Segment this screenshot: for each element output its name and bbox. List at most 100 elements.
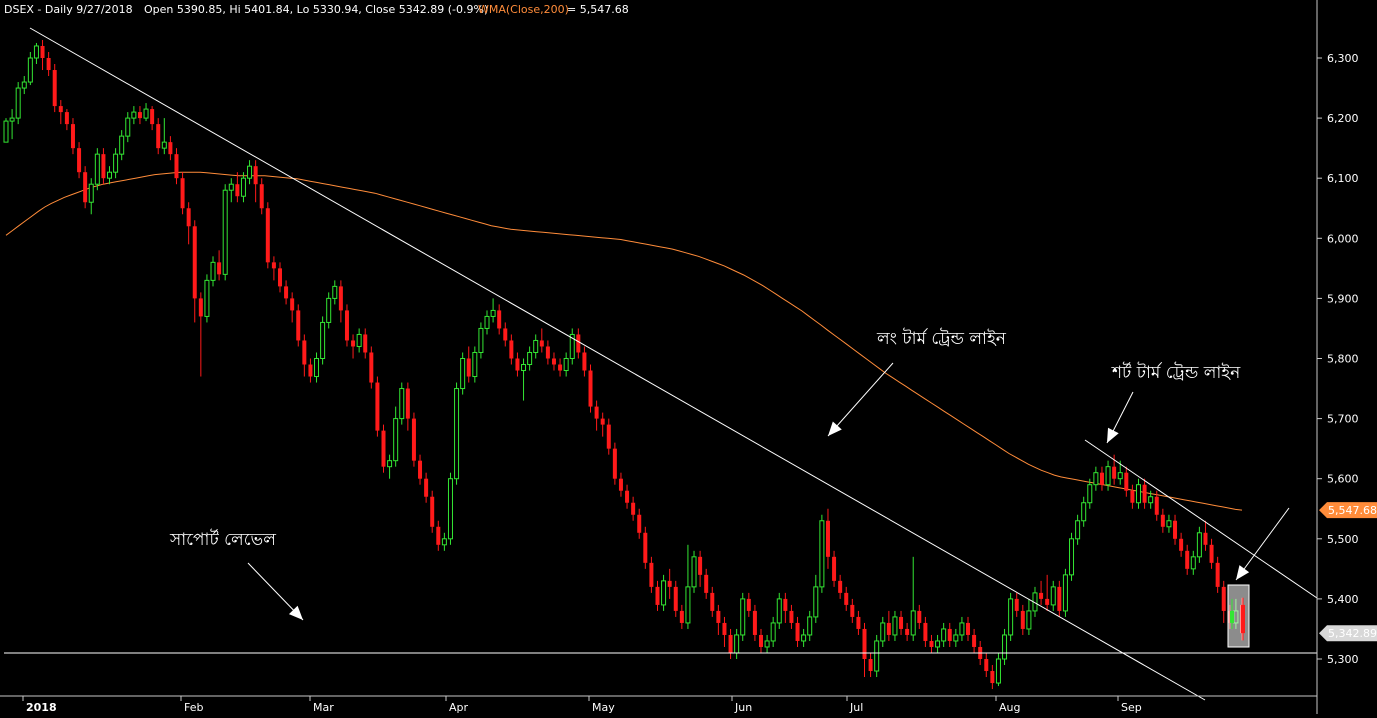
arrow-last-candles xyxy=(1235,507,1290,581)
candle-body xyxy=(460,358,466,390)
candle-down xyxy=(40,39,45,71)
candle-down xyxy=(667,568,672,599)
candle-down xyxy=(704,568,709,599)
candle-body xyxy=(935,640,941,648)
candle-body xyxy=(710,592,715,611)
header-ohlc: Open 5390.85, Hi 5401.84, Lo 5330.94, Cl… xyxy=(144,3,488,16)
candle-down xyxy=(1014,592,1019,617)
candle-down xyxy=(253,160,258,203)
candle-down xyxy=(966,616,971,641)
candle-body xyxy=(308,364,313,377)
candle-up xyxy=(801,628,807,647)
candle-body xyxy=(40,45,45,58)
candle-body xyxy=(1117,472,1123,480)
candle-body xyxy=(1203,532,1208,545)
candle-down xyxy=(758,628,763,653)
candle-down xyxy=(150,106,155,131)
candle-down xyxy=(947,622,952,647)
candle-body xyxy=(46,58,51,71)
candle-body xyxy=(698,556,703,575)
candle-body xyxy=(472,351,478,378)
candle-body xyxy=(716,610,721,623)
candle-body xyxy=(1112,466,1117,479)
candle-body xyxy=(1008,598,1014,636)
candle-up xyxy=(910,556,916,641)
candle-body xyxy=(436,526,441,545)
candle-body xyxy=(728,634,733,653)
candle-body xyxy=(3,120,9,143)
candle-body xyxy=(168,142,173,155)
candle-down xyxy=(466,346,471,383)
candle-body xyxy=(174,154,179,179)
candle-down xyxy=(545,340,550,365)
candle-down xyxy=(1124,466,1129,497)
candle-down xyxy=(1160,508,1165,533)
candle-up xyxy=(521,358,527,401)
candle-up xyxy=(1166,514,1172,533)
candle-body xyxy=(941,628,947,642)
x-tick-label: Apr xyxy=(449,701,469,714)
candle-body xyxy=(70,124,75,149)
candle-body xyxy=(959,622,965,636)
candle-body xyxy=(235,184,240,197)
candle-down xyxy=(984,652,989,678)
candle-up xyxy=(314,352,320,383)
candle-down xyxy=(710,586,715,617)
candle-body xyxy=(545,346,550,359)
candle-body xyxy=(1069,538,1075,576)
candle-down xyxy=(436,520,441,551)
candle-up xyxy=(247,160,253,185)
candle-up xyxy=(441,532,447,551)
y-tick-label: 5,500 xyxy=(1327,533,1359,546)
candle-down xyxy=(1173,514,1178,545)
candle-body xyxy=(271,262,276,269)
candle-body xyxy=(995,658,1001,684)
candle-down xyxy=(235,172,240,203)
candle-down xyxy=(1142,478,1147,509)
candle-body xyxy=(923,622,928,641)
candle-body xyxy=(953,634,959,642)
candle-up xyxy=(691,550,697,593)
y-tick-label: 5,600 xyxy=(1327,473,1359,486)
candle-down xyxy=(1203,520,1208,551)
x-tick-label: Feb xyxy=(184,701,203,714)
x-tick-label: May xyxy=(592,701,615,714)
candle-up xyxy=(941,622,947,647)
x-tick-label: 2018 xyxy=(26,701,57,714)
candle-body xyxy=(125,117,131,137)
candle-down xyxy=(308,358,313,383)
candle-up xyxy=(770,616,776,647)
candle-up xyxy=(27,51,33,86)
candle-down xyxy=(381,424,386,473)
candle-body xyxy=(576,334,581,353)
candle-body xyxy=(418,460,423,479)
candle-down xyxy=(344,304,349,347)
candle-body xyxy=(527,351,533,366)
candle-down xyxy=(369,346,374,389)
highlight-candle-body xyxy=(1241,604,1245,634)
candle-body xyxy=(685,586,691,624)
candle-down xyxy=(588,364,593,413)
candle-up xyxy=(776,592,782,629)
candle-down xyxy=(612,442,617,485)
candle-up xyxy=(131,106,137,125)
candle-body xyxy=(1099,472,1104,485)
candle-up xyxy=(1069,532,1075,581)
candle-body xyxy=(880,622,886,642)
candle-body xyxy=(210,261,216,281)
candle-up xyxy=(569,328,575,365)
candle-body xyxy=(679,610,684,623)
candle-body xyxy=(344,310,349,341)
candle-body xyxy=(107,171,113,179)
wma-price-tag-text: 5,547.68 xyxy=(1328,504,1377,517)
y-tick-label: 5,300 xyxy=(1327,653,1359,666)
candle-body xyxy=(832,556,837,581)
candle-up xyxy=(21,76,27,95)
candle-body xyxy=(1173,520,1178,539)
candle-body xyxy=(277,268,282,287)
candle-up xyxy=(119,130,125,161)
candle-up xyxy=(472,346,478,383)
candle-body xyxy=(137,112,142,119)
candle-body xyxy=(649,562,654,587)
candle-up xyxy=(387,454,393,479)
